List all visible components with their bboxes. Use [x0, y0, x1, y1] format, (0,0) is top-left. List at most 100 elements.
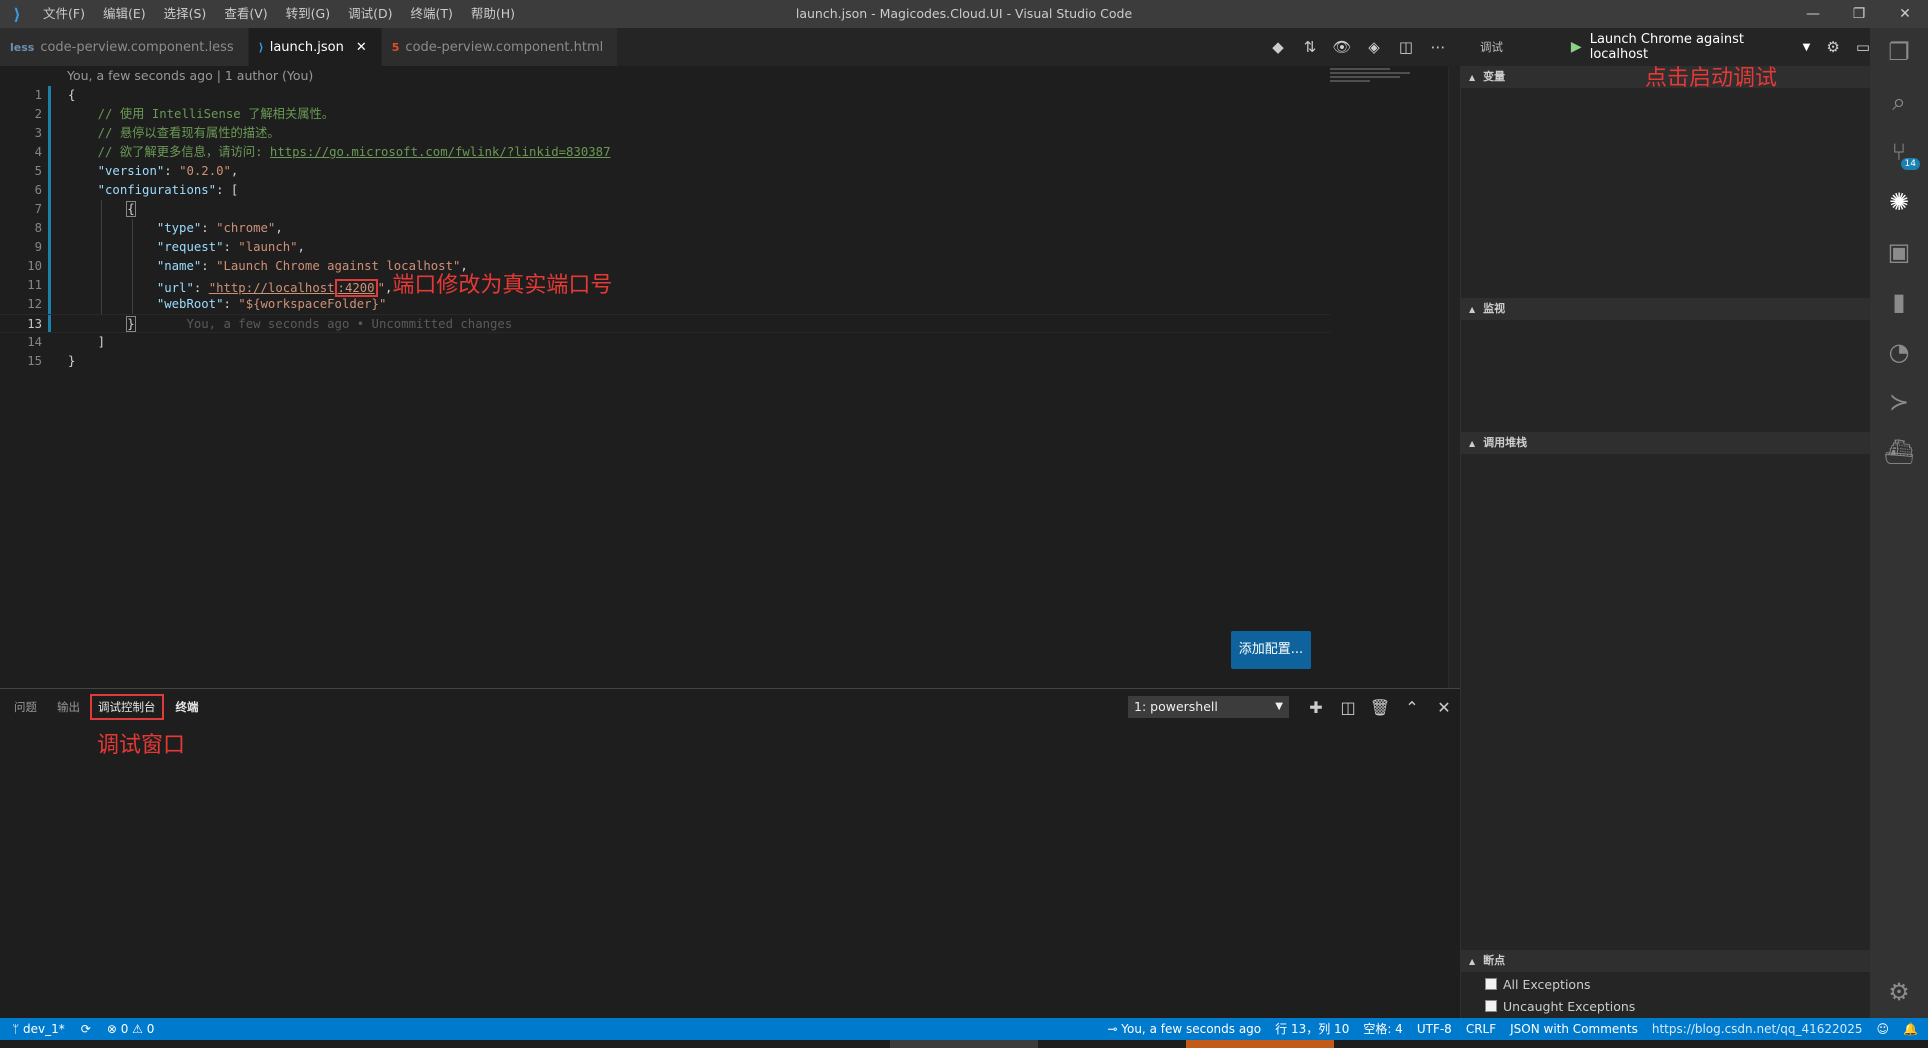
add-configuration-button[interactable]: 添加配置...	[1231, 631, 1311, 669]
line-number: 1	[34, 88, 42, 102]
end-of-line[interactable]: CRLF	[1466, 1018, 1496, 1040]
minimize-icon[interactable]: —	[1790, 0, 1836, 28]
split-terminal-icon[interactable]: ◫	[1332, 698, 1364, 717]
indentation[interactable]: 空格: 4	[1363, 1018, 1403, 1040]
menu-terminal[interactable]: 终端(T)	[401, 0, 461, 28]
tab-html-file[interactable]: 5 code-perview.component.html	[381, 28, 619, 66]
code-lines: 1{ 2 // 使用 IntelliSense 了解相关属性。 3 // 悬停以…	[0, 86, 1330, 371]
editor-scrollbar[interactable]	[1448, 66, 1460, 688]
gear-icon[interactable]: ⚙	[1826, 38, 1839, 56]
tab-output[interactable]: 输出	[57, 699, 80, 715]
status-bar: ᛘ dev_1* ⟳ ⊗ 0 ⚠ 0 ⊸ You, a few seconds …	[0, 1018, 1928, 1040]
terminal-select[interactable]: 1: powershell ▼	[1128, 696, 1289, 718]
tab-debug-console[interactable]: 调试控制台	[90, 694, 164, 720]
git-compare-icon[interactable]: ◈	[1360, 38, 1388, 56]
menu-selection[interactable]: 选择(S)	[155, 0, 216, 28]
close-panel-icon[interactable]: ✕	[1428, 698, 1460, 717]
minimap[interactable]	[1330, 66, 1450, 96]
line-number: 13	[27, 317, 42, 331]
encoding[interactable]: UTF-8	[1417, 1018, 1452, 1040]
sync-icon[interactable]: ⟳	[81, 1018, 91, 1040]
close-window-icon[interactable]: ✕	[1882, 0, 1928, 28]
comment: // 使用 IntelliSense 了解相关属性。	[97, 107, 335, 121]
feedback-smiley-icon[interactable]: ☺	[1877, 1018, 1890, 1040]
menu-help[interactable]: 帮助(H)	[462, 0, 524, 28]
comment-link[interactable]: https://go.microsoft.com/fwlink/?linkid=…	[270, 145, 611, 159]
vscode-json-icon: ⟩	[258, 40, 264, 54]
taskbar-item[interactable]	[1186, 1040, 1334, 1048]
maximize-panel-icon[interactable]: ⌃	[1396, 698, 1428, 717]
close-tab-icon[interactable]: ✕	[356, 40, 367, 55]
checkbox[interactable]	[1485, 1000, 1497, 1012]
tab-problems[interactable]: 问题	[14, 699, 37, 715]
menu-view[interactable]: 查看(V)	[215, 0, 276, 28]
menu-edit[interactable]: 编辑(E)	[94, 0, 155, 28]
cursor-position[interactable]: 行 13，列 10	[1275, 1018, 1349, 1040]
view-header-breakpoints[interactable]: ▲ 断点	[1461, 950, 1871, 972]
debug-sidebar: ▲ 变量 点击启动调试 ▲ 监视 ▲ 调用堆栈 ▲ 断点 All Exceptions …	[1460, 66, 1871, 1018]
view-header-watch[interactable]: ▲ 监视	[1461, 298, 1871, 320]
breakpoint-all-exceptions[interactable]: All Exceptions	[1485, 974, 1591, 994]
breakpoint-uncaught-exceptions[interactable]: Uncaught Exceptions	[1485, 996, 1635, 1016]
menu-debug[interactable]: 调试(D)	[339, 0, 401, 28]
json-key: "url"	[156, 281, 194, 295]
code-line: 14 ]	[0, 333, 1330, 352]
terminal-select-value: 1: powershell	[1134, 699, 1218, 714]
extensions-icon[interactable]: ▣	[1870, 228, 1928, 276]
settings-gear-icon[interactable]: ⚙	[1870, 968, 1928, 1016]
bell-icon[interactable]: 🔔	[1903, 1018, 1918, 1040]
tab-less-file[interactable]: less code-perview.component.less	[0, 28, 249, 66]
git-diamond-icon[interactable]: ◆	[1264, 38, 1292, 56]
restore-icon[interactable]: ❐	[1836, 0, 1882, 28]
json-key: "name"	[156, 259, 202, 273]
taskbar-item[interactable]	[890, 1040, 1038, 1048]
checkbox[interactable]	[1485, 978, 1497, 990]
docker-icon[interactable]: ⛴	[1870, 428, 1928, 476]
url-value[interactable]: "http://localhost	[209, 281, 335, 295]
start-debugging-play-icon[interactable]: ▶	[1571, 39, 1582, 55]
powershell-icon[interactable]: ≻	[1870, 378, 1928, 426]
branch-status[interactable]: ᛘ dev_1*	[12, 1018, 65, 1040]
html5-file-icon: 5	[391, 40, 400, 54]
menu-go[interactable]: 转到(G)	[277, 0, 339, 28]
view-title: 监视	[1483, 302, 1506, 315]
debug-icon[interactable]: ✺	[1870, 178, 1928, 226]
view-header-callstack[interactable]: ▲ 调用堆栈	[1461, 432, 1871, 454]
view-title: 断点	[1483, 954, 1506, 967]
vscode-logo-icon: ⟩	[13, 4, 21, 24]
tab-terminal[interactable]: 终端	[176, 699, 199, 715]
more-actions-icon[interactable]: ⋯	[1424, 38, 1452, 56]
debug-config-select[interactable]: Launch Chrome against localhost	[1590, 32, 1795, 62]
git-history-icon[interactable]: ◔	[1870, 328, 1928, 376]
blame-text: You, a few seconds ago	[1121, 1022, 1262, 1036]
code-line-current: 13 } You, a few seconds ago • Uncommitte…	[0, 314, 1330, 333]
language-mode[interactable]: JSON with Comments	[1510, 1018, 1638, 1040]
blame-status[interactable]: ⊸ You, a few seconds ago	[1107, 1018, 1261, 1040]
status-right: ⊸ You, a few seconds ago 行 13，列 10 空格: 4…	[1107, 1018, 1918, 1040]
compare-changes-icon[interactable]: ⇅	[1296, 38, 1324, 56]
menu-file[interactable]: 文件(F)	[34, 0, 94, 28]
bookmark-icon[interactable]: ▮	[1870, 278, 1928, 326]
explorer-icon[interactable]: ❐	[1870, 28, 1928, 76]
debug-console-icon[interactable]: ▭	[1856, 38, 1870, 56]
chevron-down-icon: ▼	[1275, 701, 1283, 712]
commit-icon: ⊸	[1107, 1022, 1122, 1036]
split-editor-icon[interactable]: ◫	[1392, 38, 1420, 56]
json-value: "	[377, 281, 385, 295]
problems-status[interactable]: ⊗ 0 ⚠ 0	[107, 1018, 155, 1040]
line-number: 12	[27, 297, 42, 311]
line-number: 10	[27, 259, 42, 273]
chevron-down-icon[interactable]: ▼	[1803, 42, 1811, 53]
source-control-icon[interactable]: ⑂ 14	[1870, 128, 1928, 176]
json-value: "Launch Chrome against localhost"	[216, 259, 461, 273]
new-terminal-icon[interactable]: ✚	[1300, 698, 1332, 717]
codelens-blame[interactable]: You, a few seconds ago | 1 author (You)	[67, 66, 313, 86]
search-icon[interactable]: ⌕	[1870, 78, 1928, 126]
code-editor[interactable]: You, a few seconds ago | 1 author (You) …	[0, 66, 1460, 688]
tab-launch-json[interactable]: ⟩ launch.json ✕	[248, 28, 382, 66]
panel-tabs: 问题 输出 调试控制台 终端	[0, 689, 219, 725]
toggle-blame-icon[interactable]: 👁	[1328, 38, 1356, 56]
window-controls: — ❐ ✕	[1790, 0, 1928, 28]
inline-blame: You, a few seconds ago • Uncommitted cha…	[186, 317, 513, 331]
trash-icon[interactable]: 🗑	[1364, 698, 1396, 717]
